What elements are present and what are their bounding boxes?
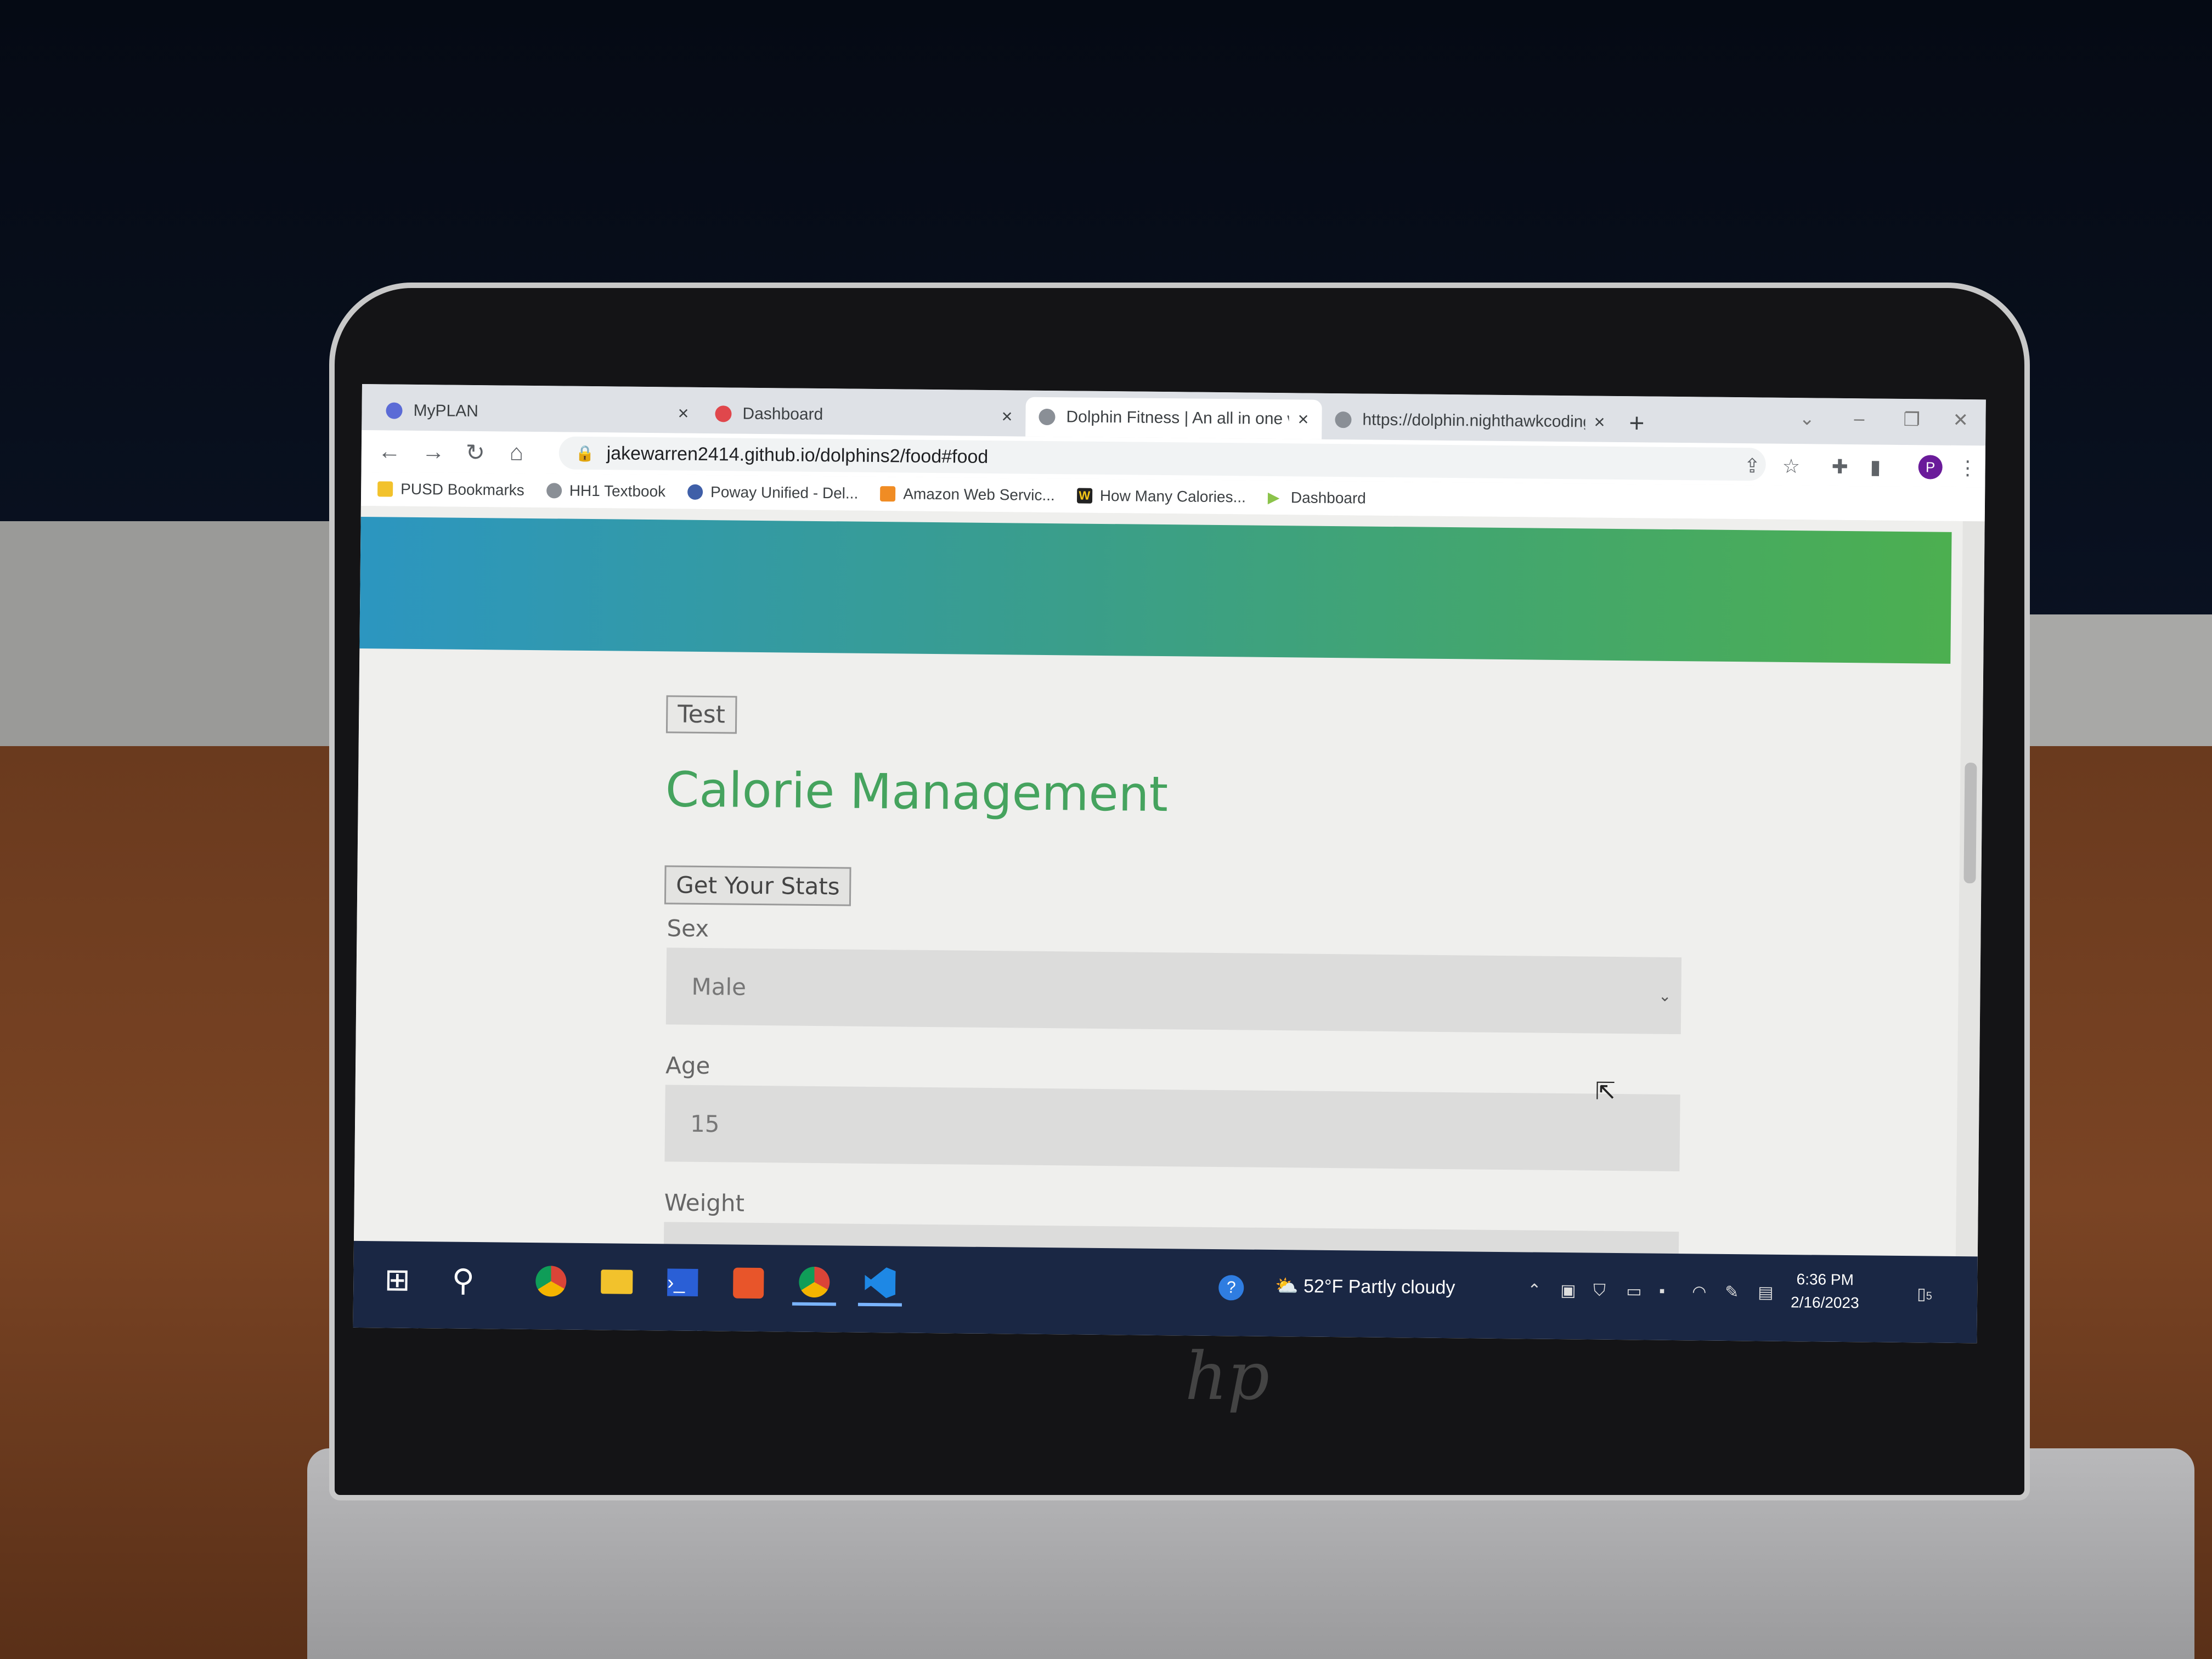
partly-cloudy-icon: ⛅	[1275, 1276, 1299, 1297]
chevron-up-icon[interactable]: ⌃	[1527, 1280, 1541, 1300]
powershell-icon[interactable]: ›_	[661, 1260, 705, 1305]
share-icon[interactable]: ⇪	[1743, 454, 1760, 477]
pen-icon[interactable]: ✎	[1725, 1283, 1739, 1302]
security-icon[interactable]: ⛉	[1593, 1282, 1606, 1300]
bookmark-star-icon[interactable]: ☆	[1782, 455, 1800, 478]
tab-search-icon[interactable]: ⌄	[1799, 408, 1815, 430]
bookmark-aws[interactable]: Amazon Web Servic...	[880, 485, 1055, 504]
minimize-icon[interactable]: –	[1854, 408, 1864, 430]
scrollbar-thumb[interactable]	[1963, 763, 1977, 884]
bookmark-calories[interactable]: W How Many Calories...	[1076, 487, 1246, 506]
tray-red-icon[interactable]: ▪	[1659, 1282, 1665, 1301]
tab-myplan[interactable]: MyPLAN ×	[373, 391, 702, 433]
vscode-icon[interactable]	[857, 1262, 902, 1307]
w-icon: W	[1076, 488, 1092, 504]
back-icon[interactable]: ←	[378, 438, 401, 464]
address-bar[interactable]: 🔒 jakewarren2414.github.io/dolphins2/foo…	[558, 436, 1766, 481]
taskbar-clock[interactable]: 6:36 PM 2/16/2023	[1791, 1268, 1859, 1314]
laptop-screen: MyPLAN × Dashboard × Dolphin Fitness | A…	[353, 384, 1986, 1344]
file-explorer-icon[interactable]	[595, 1260, 639, 1304]
keyboard-icon[interactable]: ▤	[1758, 1283, 1774, 1302]
extensions-icon[interactable]: ✚	[1831, 455, 1848, 478]
aws-icon	[880, 486, 896, 502]
tray-app-icon[interactable]: ▣	[1560, 1281, 1576, 1300]
folder-icon	[377, 481, 393, 497]
new-tab-button[interactable]: +	[1629, 408, 1645, 438]
weather-widget[interactable]: ⛅ 52°F Partly cloudy	[1275, 1275, 1455, 1299]
tab-dolphin-fitness[interactable]: Dolphin Fitness | An all in one we ×	[1025, 397, 1322, 439]
get-stats-button[interactable]: Get Your Stats	[664, 865, 852, 906]
wifi-icon[interactable]: ◠	[1692, 1282, 1707, 1301]
chevron-down-icon: ⌄	[1658, 986, 1672, 1005]
weight-label: Weight	[664, 1189, 745, 1217]
forward-icon[interactable]: →	[422, 438, 445, 465]
bookmark-dashboard[interactable]: ▶ Dashboard	[1268, 489, 1366, 507]
chrome-icon[interactable]	[529, 1259, 573, 1304]
page-title: Calorie Management	[665, 761, 1169, 823]
web-page: Test Calorie Management Get Your Stats S…	[354, 505, 1963, 1309]
district-icon	[687, 484, 703, 500]
restore-icon[interactable]: ❐	[1903, 409, 1920, 431]
age-label: Age	[665, 1052, 710, 1080]
bookmark-hh1[interactable]: HH1 Textbook	[546, 482, 665, 500]
lock-icon: 🔒	[575, 444, 595, 462]
side-panel-icon[interactable]: ▮	[1870, 455, 1881, 478]
close-tab-icon[interactable]: ×	[1594, 411, 1605, 433]
chrome-profile-icon[interactable]	[792, 1261, 837, 1306]
background-wall	[0, 521, 351, 752]
sex-select[interactable]: Male ⌄	[665, 947, 1682, 1035]
play-icon: ▶	[1267, 488, 1280, 506]
dashboard-icon	[715, 405, 732, 422]
mouse-cursor-icon: ⇱	[1595, 1077, 1616, 1105]
windows-taskbar: ⊞ ⚲ ›_ ? ⛅ 52°F Partly cloudy ⌃ ▣ ⛉ ▭ ▪ …	[353, 1240, 1978, 1344]
battery-icon[interactable]: ▭	[1626, 1282, 1642, 1301]
globe-icon	[546, 483, 562, 499]
myplan-icon	[386, 402, 403, 419]
globe-icon	[1039, 408, 1056, 426]
app-orange-icon[interactable]	[726, 1261, 771, 1305]
close-tab-icon[interactable]: ×	[678, 403, 689, 424]
reload-icon[interactable]: ↻	[466, 439, 486, 466]
home-icon[interactable]: ⌂	[510, 439, 524, 466]
help-icon[interactable]: ?	[1209, 1266, 1254, 1310]
close-window-icon[interactable]: ✕	[1953, 409, 1968, 431]
globe-icon	[1335, 411, 1352, 428]
close-tab-icon[interactable]: ×	[1001, 406, 1012, 427]
tab-nighthawk[interactable]: https://dolphin.nighthawkcoding ×	[1322, 400, 1618, 442]
sex-label: Sex	[667, 915, 709, 943]
header-banner	[359, 516, 1952, 664]
hp-logo: hp	[1185, 1339, 1270, 1415]
bookmark-pusd[interactable]: PUSD Bookmarks	[377, 480, 524, 499]
tab-dashboard[interactable]: Dashboard ×	[702, 394, 1026, 437]
windows-start-icon[interactable]: ⊞	[375, 1257, 420, 1302]
profile-avatar[interactable]: P	[1918, 455, 1943, 479]
notifications-icon[interactable]: ▯5	[1917, 1284, 1932, 1304]
menu-icon[interactable]: ⋮	[1957, 456, 1977, 479]
close-tab-icon[interactable]: ×	[1297, 409, 1308, 430]
test-button[interactable]: Test	[665, 695, 737, 734]
search-icon[interactable]: ⚲	[441, 1258, 486, 1302]
age-input[interactable]: 15	[664, 1085, 1680, 1172]
bookmark-poway[interactable]: Poway Unified - Del...	[687, 483, 858, 503]
